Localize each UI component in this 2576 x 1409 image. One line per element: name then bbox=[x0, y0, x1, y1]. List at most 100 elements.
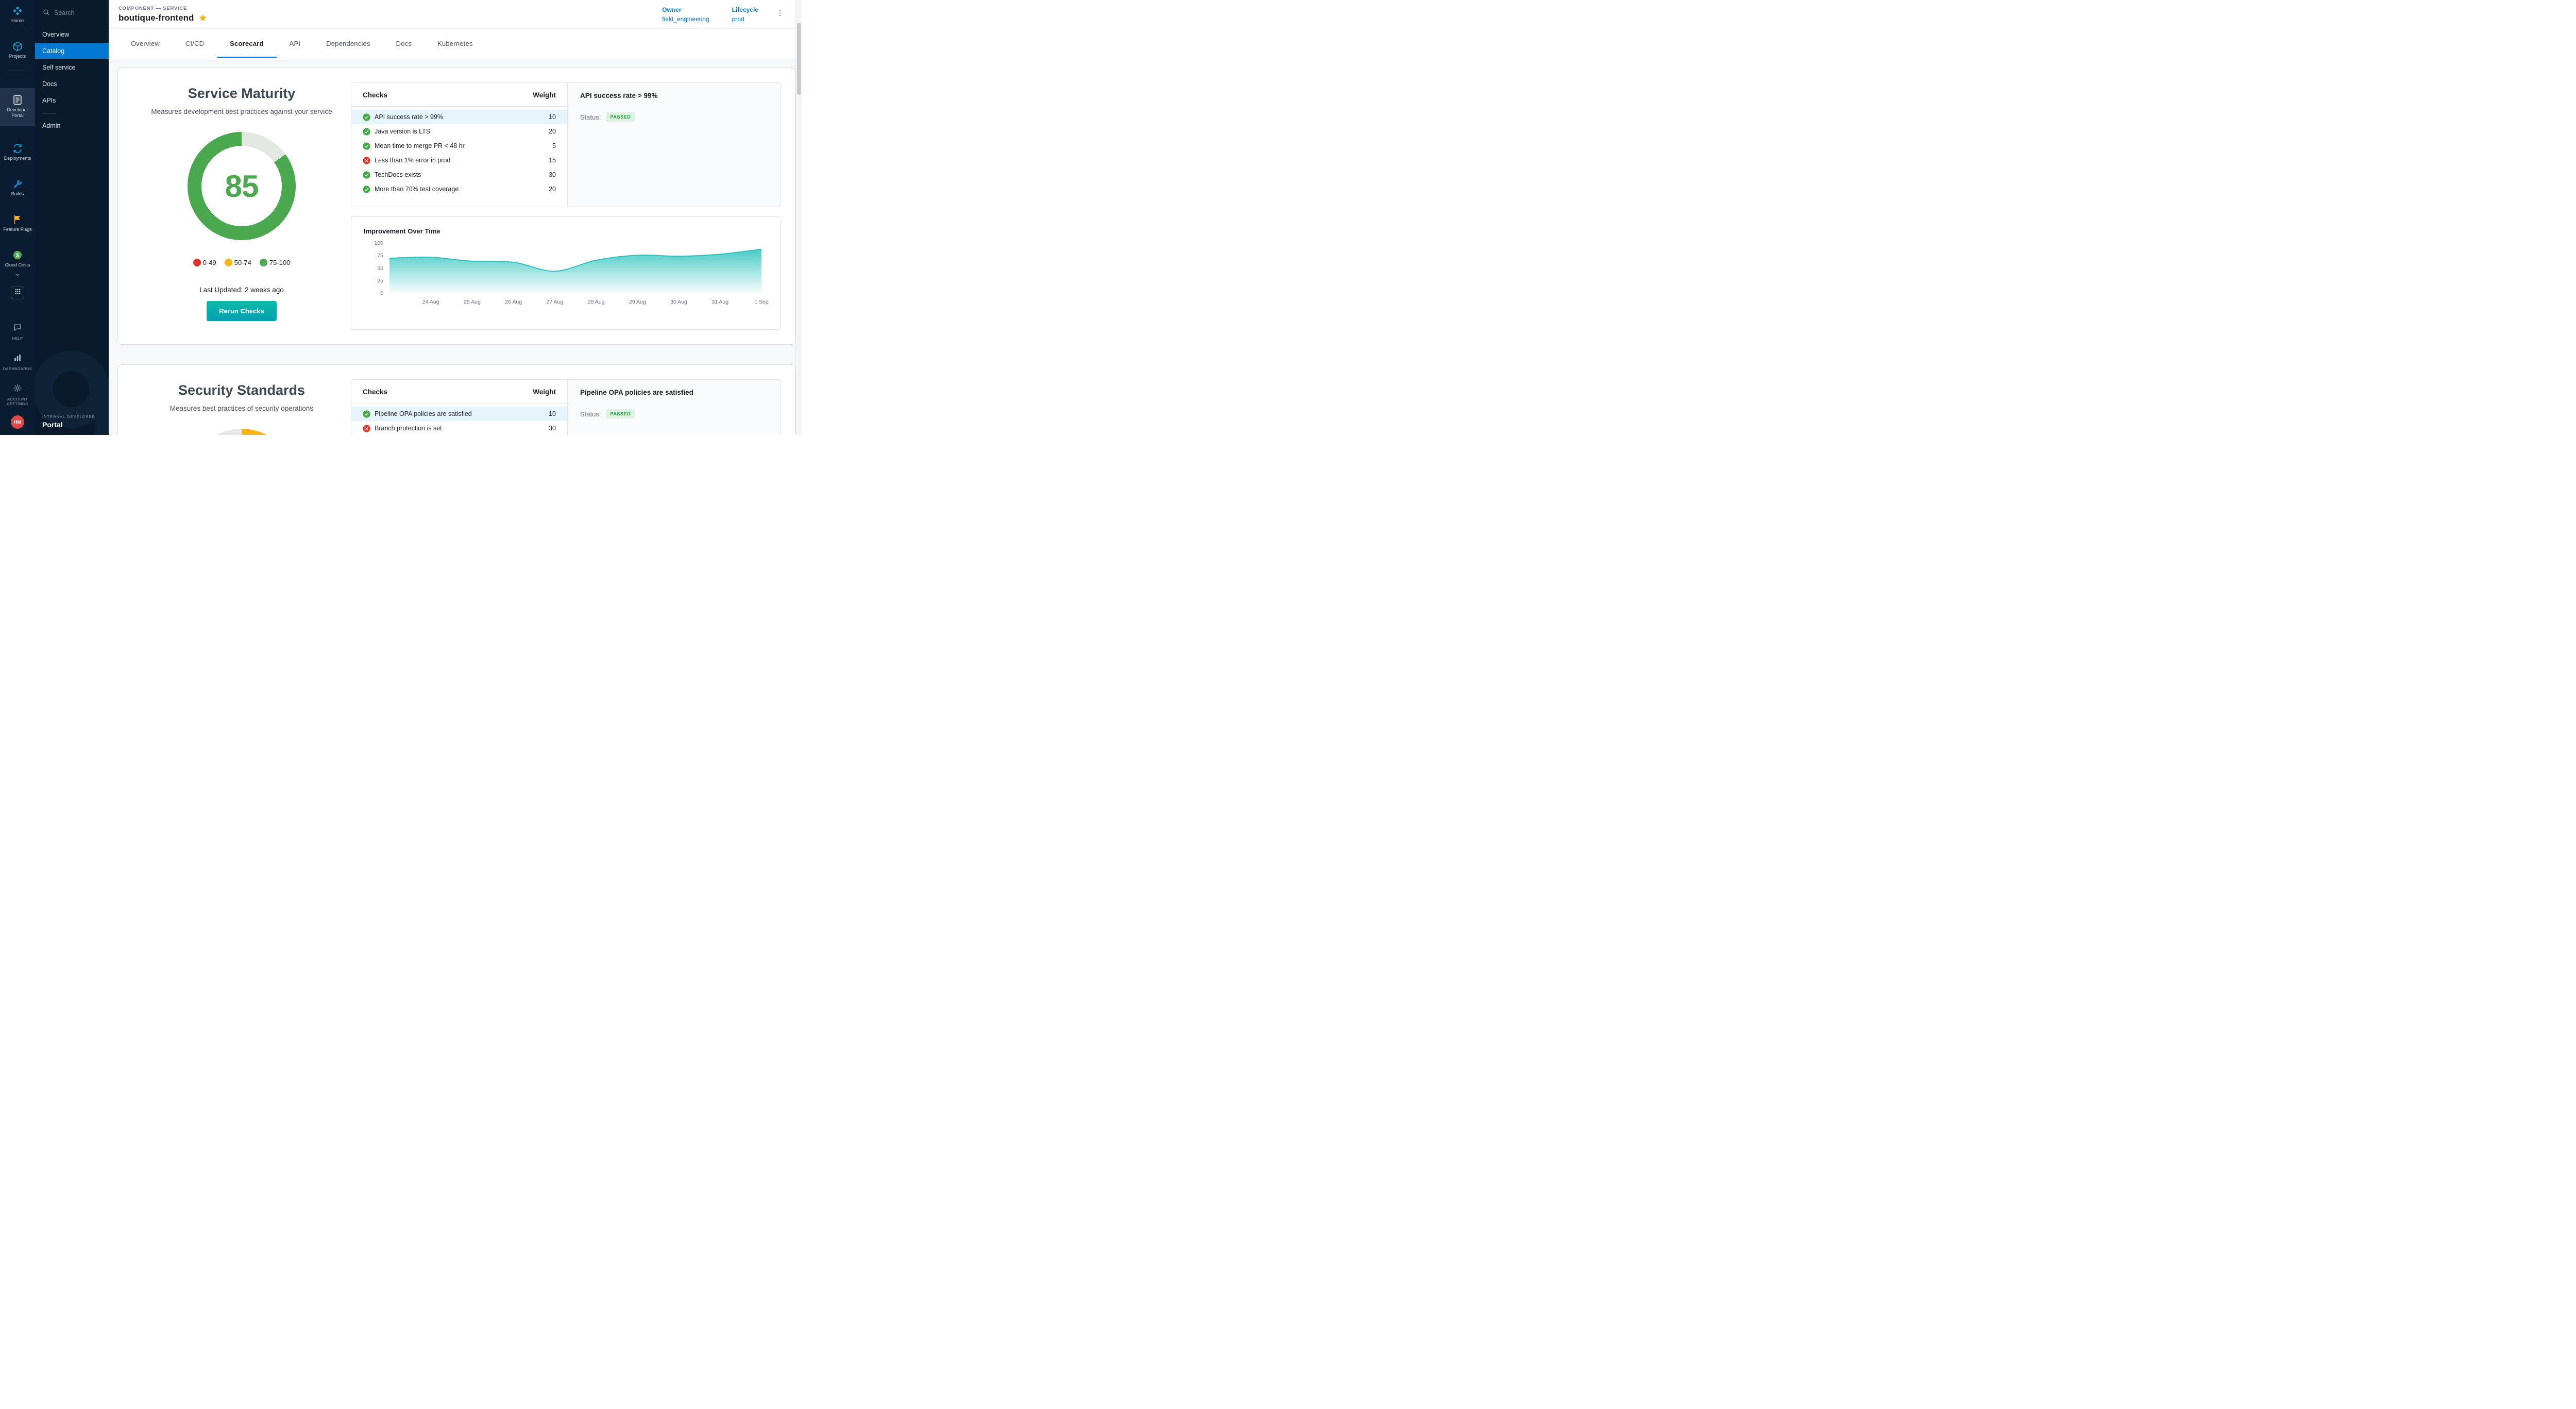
sidebar-item-admin[interactable]: Admin bbox=[35, 118, 109, 133]
owner-meta: Owner field_engineering bbox=[662, 6, 709, 23]
tab-kubernetes[interactable]: Kubernetes bbox=[425, 29, 486, 58]
nav-builds[interactable]: Builds bbox=[0, 178, 35, 197]
scorecard-card: Service Maturity Measures development be… bbox=[117, 68, 795, 345]
harness-home-icon bbox=[1, 5, 34, 16]
check-failed-icon bbox=[363, 157, 370, 164]
legend-item: 0-49 bbox=[193, 259, 216, 266]
check-label: More than 70% test coverage bbox=[375, 186, 540, 193]
checks-table-header: Checks Weight bbox=[351, 380, 567, 404]
checks-box: Checks Weight Pipeline OPA policies are … bbox=[351, 379, 781, 435]
nav-home[interactable]: Home bbox=[0, 5, 35, 24]
scrollbar-thumb[interactable] bbox=[797, 23, 801, 95]
main-area: COMPONENT — SERVICE boutique-frontend Ow… bbox=[109, 0, 802, 435]
module-picker-button[interactable] bbox=[11, 286, 24, 299]
check-weight: 10 bbox=[540, 410, 556, 417]
score-donut-hole: 85 bbox=[201, 146, 282, 226]
settings-gear-icon bbox=[13, 386, 22, 395]
check-detail-title: API success rate > 99% bbox=[580, 92, 768, 99]
scorecard-summary: Security Standards Measures best practic… bbox=[132, 379, 351, 435]
x-axis-tick: 26 Aug bbox=[505, 299, 522, 305]
sidebar-item-catalog[interactable]: Catalog bbox=[35, 43, 109, 59]
owner-value[interactable]: field_engineering bbox=[662, 15, 709, 23]
tab-overview[interactable]: Overview bbox=[118, 29, 173, 58]
check-row[interactable]: Branch protection is set30 bbox=[351, 421, 567, 435]
nav-label: Deployments bbox=[1, 156, 34, 161]
tab-docs[interactable]: Docs bbox=[383, 29, 425, 58]
module-grid-icon bbox=[14, 288, 21, 297]
last-updated: Last Updated: 2 weeks ago bbox=[199, 286, 284, 294]
nav-projects[interactable]: Projects bbox=[0, 41, 35, 59]
chevron-down-icon[interactable] bbox=[0, 271, 35, 281]
lifecycle-value: prod bbox=[732, 15, 758, 23]
x-axis-tick: 30 Aug bbox=[670, 299, 687, 305]
check-row[interactable]: Java version is LTS20 bbox=[351, 124, 567, 139]
check-row[interactable]: Pipeline OPA policies are satisfied10 bbox=[351, 407, 567, 421]
check-label: Less than 1% error in prod bbox=[375, 157, 540, 164]
x-axis-tick: 27 Aug bbox=[547, 299, 564, 305]
checks-table: Checks Weight Pipeline OPA policies are … bbox=[351, 380, 568, 435]
legend-item: 75-100 bbox=[260, 259, 290, 266]
nav-label: ACCOUNT SETTINGS bbox=[1, 397, 34, 406]
nav-help[interactable]: HELP bbox=[0, 323, 35, 341]
check-label: Branch protection is set bbox=[375, 425, 540, 432]
deployments-icon bbox=[1, 143, 34, 154]
checks-rows: API success rate > 99%10Java version is … bbox=[351, 107, 567, 207]
check-passed-icon bbox=[363, 410, 370, 418]
score-donut bbox=[188, 429, 296, 435]
nav-deployments[interactable]: Deployments bbox=[0, 143, 35, 161]
nav-developer-portal[interactable]: Developer Portal bbox=[0, 88, 35, 126]
nav-label: HELP bbox=[1, 336, 34, 341]
checks-header: Checks bbox=[363, 91, 387, 99]
lifecycle-meta: Lifecycle prod bbox=[732, 6, 758, 23]
favorite-star-icon[interactable] bbox=[198, 13, 207, 22]
entity-meta: Owner field_engineering Lifecycle prod bbox=[662, 6, 786, 23]
rerun-checks-button[interactable]: Rerun Checks bbox=[207, 301, 276, 321]
search-icon bbox=[42, 8, 50, 18]
nav-cloud-costs[interactable]: $Cloud Costs bbox=[0, 249, 35, 268]
scorecard-subtitle: Measures development best practices agai… bbox=[151, 108, 332, 115]
sidebar-item-apis[interactable]: APIs bbox=[35, 93, 109, 108]
tab-ci-cd[interactable]: CI/CD bbox=[173, 29, 217, 58]
legend-dot bbox=[225, 259, 232, 266]
more-options-button[interactable] bbox=[774, 6, 786, 20]
x-axis-tick: 24 Aug bbox=[422, 299, 439, 305]
developer-portal-icon bbox=[1, 94, 34, 106]
sidebar-item-docs[interactable]: Docs bbox=[35, 76, 109, 92]
nav-account-settings[interactable]: ACCOUNT SETTINGS bbox=[0, 383, 35, 406]
check-label: Mean time to merge PR < 48 hr bbox=[375, 142, 540, 149]
x-axis-tick: 25 Aug bbox=[464, 299, 481, 305]
page-header: COMPONENT — SERVICE boutique-frontend Ow… bbox=[109, 0, 802, 29]
sidebar-item-overview[interactable]: Overview bbox=[35, 27, 109, 42]
check-row[interactable]: API success rate > 99%10 bbox=[351, 110, 567, 124]
check-row[interactable]: More than 70% test coverage20 bbox=[351, 182, 567, 196]
tab-api[interactable]: API bbox=[277, 29, 314, 58]
sidebar-item-self-service[interactable]: Self service bbox=[35, 60, 109, 75]
tab-scorecard[interactable]: Scorecard bbox=[217, 29, 276, 58]
nav-label: DASHBOARDS bbox=[1, 366, 34, 371]
sidebar-divider bbox=[42, 113, 56, 114]
check-row[interactable]: TechDocs exists30 bbox=[351, 167, 567, 182]
search-label: Search bbox=[54, 9, 75, 16]
legend-dot bbox=[260, 259, 267, 266]
scorecard-title: Security Standards bbox=[178, 382, 305, 398]
check-passed-icon bbox=[363, 171, 370, 179]
entity-heading: COMPONENT — SERVICE boutique-frontend bbox=[118, 6, 207, 23]
legend-label: 0-49 bbox=[203, 259, 216, 266]
y-axis-tick: 0 bbox=[364, 290, 383, 296]
help-icon bbox=[13, 325, 22, 334]
entity-tabs: OverviewCI/CDScorecardAPIDependenciesDoc… bbox=[109, 29, 802, 58]
sidebar-search[interactable]: Search bbox=[35, 0, 109, 24]
check-passed-icon bbox=[363, 186, 370, 193]
status-label: Status: bbox=[580, 113, 601, 121]
user-avatar[interactable]: HM bbox=[11, 415, 24, 429]
vertical-scrollbar[interactable] bbox=[795, 0, 802, 435]
check-status-row: Status: PASSED bbox=[580, 409, 768, 418]
check-row[interactable]: Less than 1% error in prod15 bbox=[351, 153, 567, 167]
check-row[interactable]: Mean time to merge PR < 48 hr5 bbox=[351, 139, 567, 153]
tab-dependencies[interactable]: Dependencies bbox=[313, 29, 383, 58]
nav-dashboards[interactable]: DASHBOARDS bbox=[0, 353, 35, 371]
sidebar-footer-title: Portal bbox=[42, 421, 95, 429]
global-nav-bottom: HELP DASHBOARDS ACCOUNT SETTINGS bbox=[0, 323, 35, 406]
scorecard-subtitle: Measures best practices of security oper… bbox=[170, 405, 313, 412]
nav-feature-flags[interactable]: Feature Flags bbox=[0, 214, 35, 232]
